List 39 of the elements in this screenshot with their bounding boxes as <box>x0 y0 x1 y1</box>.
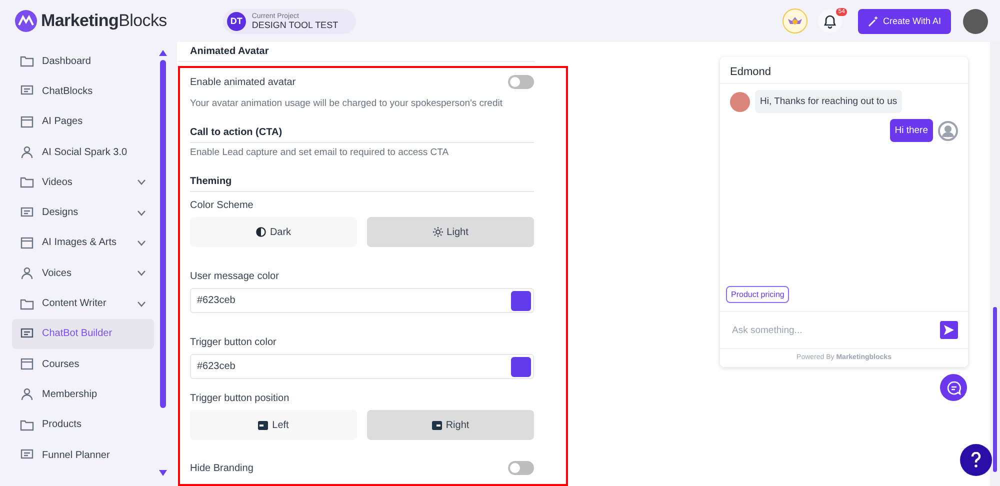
sidebar-item[interactable]: Content Writer <box>12 288 154 319</box>
sidebar-item[interactable]: Funnel Planner <box>12 440 154 470</box>
sidebar-item[interactable]: AI Pages <box>12 106 154 137</box>
color-scheme-option[interactable]: Light <box>367 217 534 247</box>
sidebar-item[interactable]: Voices <box>12 258 154 288</box>
sidebar-item[interactable]: Products <box>12 410 154 440</box>
sidebar-item[interactable]: Membership <box>12 379 154 410</box>
color-input-field[interactable]: #623ceb <box>190 354 534 379</box>
color-scheme-option[interactable]: Dark <box>190 217 357 247</box>
logo-text[interactable]: MarketingBlocks <box>41 11 167 31</box>
section-heading: Theming <box>190 176 534 192</box>
field-label: Trigger button color <box>190 337 278 348</box>
field-label: Trigger button position <box>190 393 290 404</box>
sidebar-item[interactable]: ChatBot Builder <box>12 318 154 349</box>
sidebar-item[interactable]: Designs <box>12 197 154 228</box>
chat-title: Edmond <box>720 57 968 84</box>
help-text: Your avatar animation usage will be charged to your spokesperson's credit <box>190 98 504 109</box>
project-name: DESIGN TOOL TEST <box>252 20 338 30</box>
sidebar-item[interactable]: AI Images & Arts <box>12 228 154 258</box>
color-input-field[interactable]: #623ceb <box>190 288 534 313</box>
sidebar-item[interactable]: ChatBlocks <box>12 76 154 107</box>
field-label: User message color <box>190 271 280 282</box>
suggestion-chip[interactable]: Product pricing <box>726 286 790 303</box>
create-with-ai-button[interactable]: Create With AI <box>858 8 951 34</box>
toggle-label: Enable animated avatar <box>190 76 296 88</box>
sidebar-item[interactable]: AI Social Spark 3.0 <box>12 136 154 168</box>
toggle-label: Hide Branding <box>190 462 254 474</box>
position-option[interactable]: Right <box>367 410 534 440</box>
section-heading: Animated Avatar <box>178 45 535 62</box>
project-avatar: DT <box>226 12 246 30</box>
sidebar-item[interactable]: Dashboard <box>12 46 154 76</box>
help-text: Enable Lead capture and set email to required to access CTA <box>190 147 450 158</box>
position-option[interactable]: Left <box>190 410 357 440</box>
field-label: Color Scheme <box>190 200 254 211</box>
section-heading: Call to action (CTA) <box>190 127 534 143</box>
sidebar-item[interactable]: Courses <box>12 348 154 380</box>
user-message: Hi there <box>890 119 933 142</box>
sidebar-item[interactable]: Videos <box>12 167 154 198</box>
bot-message: Hi, Thanks for reaching out to us <box>755 90 902 113</box>
